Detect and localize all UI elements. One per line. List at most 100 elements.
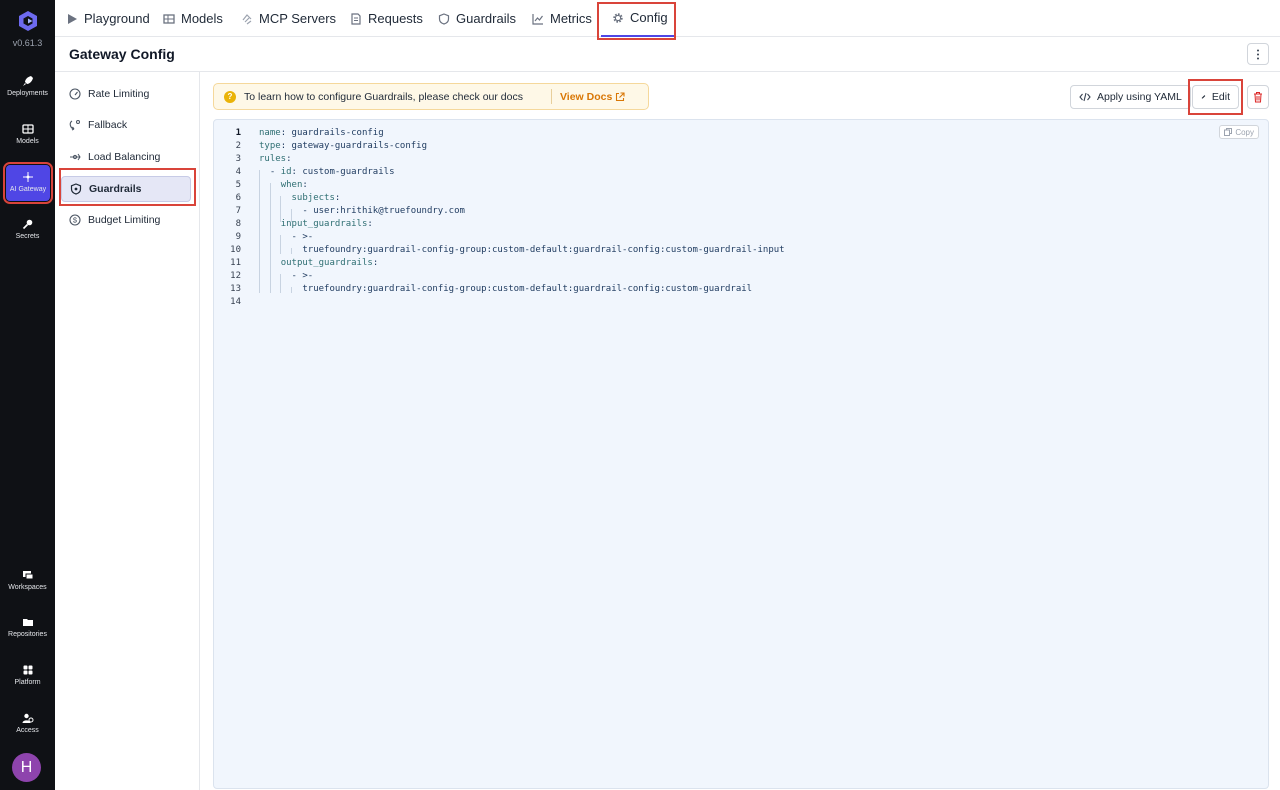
rail-item-models[interactable]: Models: [0, 123, 55, 145]
rail-item-workspaces[interactable]: Workspaces: [0, 569, 55, 591]
docs-banner: ? To learn how to configure Guardrails, …: [213, 83, 649, 110]
shield-icon: [438, 12, 450, 25]
gauge-icon: [69, 88, 81, 100]
code-text: truefoundry:guardrail-config-group:custo…: [302, 245, 785, 255]
page-title: Gateway Config: [69, 46, 175, 62]
code-text: subjects:: [291, 193, 341, 203]
rail-item-label: Models: [16, 138, 39, 145]
code-icon: [1079, 92, 1091, 102]
app-version: v0.61.3: [12, 38, 43, 48]
rail-item-label: Repositories: [8, 631, 47, 638]
tab-playground[interactable]: Playground: [66, 0, 150, 37]
users-icon: [22, 713, 33, 723]
code-text: type: gateway-guardrails-config: [259, 141, 427, 151]
rail-item-access[interactable]: Access: [0, 712, 55, 734]
tab-mcp-servers[interactable]: MCP Servers: [241, 0, 336, 37]
tab-label: MCP Servers: [259, 11, 337, 26]
table-icon: [163, 13, 175, 24]
mcp-icon: [242, 13, 252, 24]
rail-item-deployments[interactable]: Deployments: [0, 75, 55, 97]
tab-guardrails[interactable]: Guardrails: [438, 0, 516, 37]
line-number: 4: [235, 167, 241, 177]
line-number: 11: [230, 258, 241, 268]
page-header: Gateway Config: [55, 37, 1280, 72]
rail-item-repositories[interactable]: Repositories: [0, 616, 55, 638]
code-text: name: guardrails-config: [259, 128, 384, 138]
line-number: 5: [235, 180, 241, 190]
config-subnav: Rate Limiting Fallback Load Balancing Gu…: [55, 72, 200, 790]
dollar-icon: $: [69, 214, 81, 226]
code-text: output_guardrails:: [280, 258, 379, 268]
grid-icon: [21, 124, 34, 134]
code-text: truefoundry:guardrail-config-group:custo…: [302, 284, 753, 294]
rail-item-label: Access: [16, 727, 39, 734]
rail-item-secrets[interactable]: Secrets: [0, 218, 55, 240]
document-icon: [351, 12, 361, 25]
rail-item-label: Deployments: [7, 90, 48, 97]
yaml-editor[interactable]: Copy 1 name: guardrails-config 2 type: gate…: [213, 119, 1269, 789]
subnav-item-label: Fallback: [88, 119, 128, 131]
chart-icon: [532, 13, 543, 25]
view-docs-link[interactable]: View Docs: [560, 91, 625, 103]
line-number: 1: [235, 128, 241, 138]
rail-item-platform[interactable]: Platform: [0, 664, 55, 686]
workspaces-icon: [22, 571, 33, 580]
trash-icon: [1254, 92, 1262, 103]
line-number: 13: [230, 284, 241, 294]
line-number: 10: [230, 245, 241, 255]
tab-label: Models: [181, 11, 223, 26]
code-text: - user:hrithik@truefoundry.com: [259, 206, 465, 216]
tab-requests[interactable]: Requests: [350, 0, 423, 37]
subnav-item-load-balancing[interactable]: Load Balancing: [61, 144, 191, 170]
code-text: rules:: [259, 154, 292, 164]
subnav-item-budget-limiting[interactable]: $ Budget Limiting: [61, 207, 191, 233]
fallback-icon: [69, 120, 80, 131]
rail-item-label: Workspaces: [8, 584, 47, 591]
line-number: 14: [230, 297, 241, 307]
line-number: 7: [235, 206, 241, 216]
copy-icon: [1224, 128, 1233, 136]
rail-item-ai-gateway[interactable]: AI Gateway: [3, 162, 53, 204]
rail-item-label: AI Gateway: [9, 186, 47, 193]
guardrails-subnav-highlight: [59, 168, 196, 206]
yaml-key: rules: [259, 154, 287, 164]
question-icon: ?: [224, 90, 236, 103]
subnav-item-label: Budget Limiting: [88, 214, 161, 226]
tab-models[interactable]: Models: [163, 0, 223, 37]
kebab-icon: [1257, 49, 1259, 59]
key-icon: [22, 219, 32, 230]
folder-icon: [22, 619, 33, 626]
tab-label: Requests: [368, 11, 423, 26]
code-text: - >-: [259, 232, 314, 242]
subnav-item-label: Load Balancing: [88, 151, 161, 163]
edit-button-highlight: [1188, 79, 1243, 115]
top-nav: Playground Models MCP Servers Requests G…: [55, 0, 1280, 40]
tab-metrics[interactable]: Metrics: [532, 0, 592, 37]
user-avatar[interactable]: H: [12, 753, 41, 782]
copy-button[interactable]: Copy: [1219, 125, 1259, 139]
rail-item-label: Platform: [14, 679, 41, 686]
yaml-key: input_guardrails: [280, 219, 368, 229]
play-icon: [68, 13, 77, 24]
code-text: - >-: [259, 271, 314, 281]
balance-icon: [70, 153, 81, 161]
subnav-item-fallback[interactable]: Fallback: [61, 112, 191, 138]
more-options-button[interactable]: [1247, 43, 1269, 65]
subnav-item-rate-limiting[interactable]: Rate Limiting: [61, 81, 191, 107]
tab-label: Playground: [84, 11, 150, 26]
line-number: 8: [235, 219, 241, 229]
left-rail: v0.61.3 Deployments Models AI Gateway Se…: [0, 0, 55, 790]
truefoundry-logo-icon[interactable]: [17, 10, 39, 32]
line-number: 6: [235, 193, 241, 203]
line-number: 9: [235, 232, 241, 242]
line-number: 2: [235, 141, 241, 151]
yaml-key: subjects: [291, 193, 335, 203]
line-number: 12: [230, 271, 241, 281]
delete-button[interactable]: [1247, 85, 1269, 109]
yaml-key: id: [280, 167, 292, 177]
code-text: input_guardrails:: [280, 219, 373, 229]
apply-yaml-label: Apply using YAML: [1097, 91, 1182, 103]
apply-yaml-button[interactable]: Apply using YAML: [1070, 85, 1191, 109]
code-text: when:: [280, 180, 308, 190]
yaml-key: type: [259, 141, 281, 151]
